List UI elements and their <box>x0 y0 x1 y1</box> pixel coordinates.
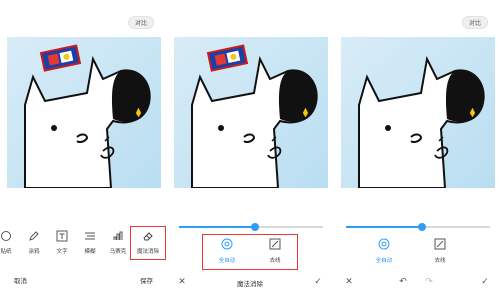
partial-tool-icon <box>1 231 11 241</box>
tool-label: 文字 <box>56 249 68 255</box>
highlight-box <box>202 234 298 270</box>
slider-fill <box>179 226 256 228</box>
tool-brush[interactable]: 涂鸦 <box>20 230 48 255</box>
tool-sticker[interactable]: 贴纸 <box>0 230 20 255</box>
eraser-modes: 全自动 去线 <box>334 238 500 270</box>
mode-label: 去线 <box>434 258 446 264</box>
tool-label: 贴纸 <box>0 249 12 255</box>
highlight-box <box>130 226 166 260</box>
action-bar: ✕ 魔法消除 ✓ <box>167 277 333 289</box>
dog-illustration <box>7 37 161 188</box>
slider-knob[interactable] <box>251 223 260 231</box>
confirm-icon[interactable]: ✓ <box>480 277 490 287</box>
editor-panel-result: 对比 全自动 去线 ✕ ↶ ↷ ✓ <box>334 0 500 295</box>
compare-button[interactable]: 对比 <box>461 16 488 29</box>
editor-panel-original: 对比 贴纸 涂鸦 文字 模糊 马赛克 魔法消除 取消 保存 <box>0 0 166 295</box>
tool-text[interactable]: 文字 <box>48 230 76 255</box>
save-button[interactable]: 保存 <box>140 275 153 285</box>
mode-draw-line[interactable]: 去线 <box>418 238 462 264</box>
dog-illustration <box>341 37 495 188</box>
editor-panel-magic-eraser: 全自动 去线 ✕ 魔法消除 ✓ <box>167 0 333 295</box>
bottom-bar: 取消 保存 <box>0 275 166 287</box>
blur-icon <box>85 232 95 240</box>
action-bar: ✕ ↶ ↷ ✓ <box>334 277 500 289</box>
tool-title: 魔法消除 <box>237 280 263 288</box>
draw-line-icon <box>434 238 446 250</box>
slider-fill <box>346 226 423 228</box>
brush-size-slider[interactable] <box>179 223 323 231</box>
mode-auto[interactable]: 全自动 <box>362 238 406 264</box>
redo-icon[interactable]: ↷ <box>424 277 434 287</box>
brush-size-slider[interactable] <box>346 223 490 231</box>
dog-illustration <box>174 37 328 188</box>
tool-label: 马赛克 <box>109 249 127 255</box>
confirm-icon[interactable]: ✓ <box>313 277 323 287</box>
tool-label: 涂鸦 <box>28 249 40 255</box>
tool-label: 模糊 <box>84 249 96 255</box>
mosaic-icon <box>113 231 123 240</box>
undo-icon[interactable]: ↶ <box>398 277 408 287</box>
tool-mosaic[interactable]: 马赛克 <box>104 230 132 255</box>
mode-label: 全自动 <box>375 258 393 264</box>
photo-canvas[interactable] <box>341 37 495 188</box>
slider-knob[interactable] <box>418 223 427 231</box>
auto-detect-icon <box>378 238 390 250</box>
photo-canvas[interactable] <box>7 37 161 188</box>
brush-icon <box>29 231 39 241</box>
text-icon <box>56 230 68 242</box>
close-icon[interactable]: ✕ <box>344 277 354 287</box>
compare-button[interactable]: 对比 <box>127 16 154 29</box>
tool-blur[interactable]: 模糊 <box>76 230 104 255</box>
photo-canvas[interactable] <box>174 37 328 188</box>
cancel-button[interactable]: 取消 <box>14 275 27 285</box>
